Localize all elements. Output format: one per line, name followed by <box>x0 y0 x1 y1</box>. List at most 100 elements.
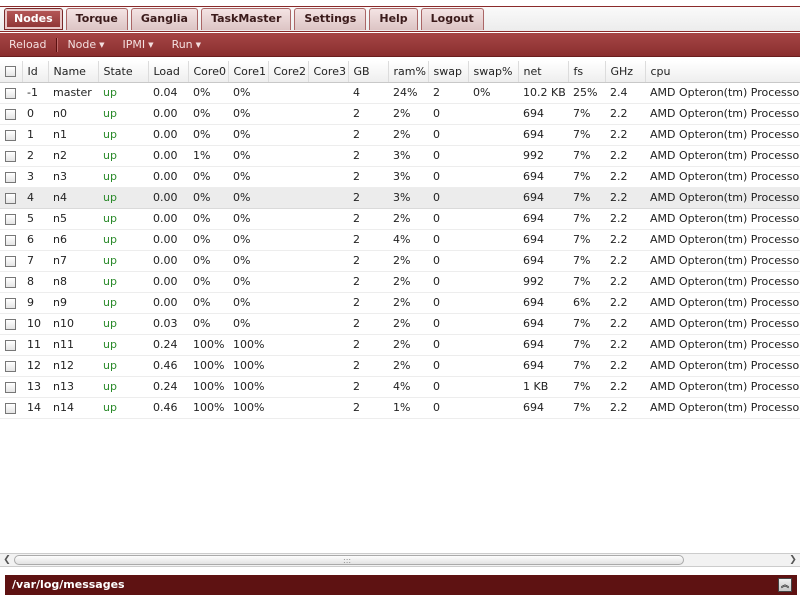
table-row[interactable]: 11 n11 up 0.24 100% 100% 2 2% 0 694 7% 2.2 AMD Opter… <box>0 334 800 356</box>
row-select-cell[interactable] <box>0 82 22 104</box>
table-row[interactable]: 6 n6 up 0.00 0% 0% 2 4% 0 694 7% 2.2 AMD Opteron(tm)… <box>0 229 800 251</box>
cell-state: up <box>98 334 148 356</box>
table-row[interactable]: 9 n9 up 0.00 0% 0% 2 2% 0 694 6% 2.2 AMD Opteron(tm)… <box>0 292 800 314</box>
column-header-core0[interactable]: Core0 <box>188 61 229 83</box>
tab-nodes[interactable]: Nodes <box>4 8 63 30</box>
tab-logout[interactable]: Logout <box>420 8 484 30</box>
column-header-core2[interactable]: Core2 <box>268 61 309 83</box>
cell-net: 694 <box>518 229 568 251</box>
row-checkbox[interactable] <box>5 255 16 267</box>
cell-id: -1 <box>22 82 48 104</box>
row-select-cell[interactable] <box>0 145 22 167</box>
column-header-cpu[interactable]: cpu <box>645 61 800 83</box>
log-panel-header[interactable]: /var/log/messages ︽ <box>5 575 797 595</box>
cell-core2 <box>268 271 308 293</box>
column-header-fs[interactable]: fs <box>568 61 606 83</box>
row-select-cell[interactable] <box>0 313 22 335</box>
chevron-left-icon[interactable]: ❮ <box>1 554 13 566</box>
table-row[interactable]: 14 n14 up 0.46 100% 100% 2 1% 0 694 7% 2.2 AMD Opter… <box>0 397 800 419</box>
row-checkbox[interactable] <box>5 276 16 288</box>
row-select-cell[interactable] <box>0 103 22 125</box>
row-checkbox[interactable] <box>5 87 16 99</box>
row-checkbox[interactable] <box>5 381 16 393</box>
node-menu[interactable]: Node ▼ <box>58 38 113 51</box>
column-header-core3[interactable]: Core3 <box>308 61 349 83</box>
column-header-core1[interactable]: Core1 <box>228 61 269 83</box>
row-select-cell[interactable] <box>0 271 22 293</box>
row-checkbox[interactable] <box>5 360 16 372</box>
ipmi-menu[interactable]: IPMI ▼ <box>114 38 163 51</box>
table-row[interactable]: -1 master up 0.04 0% 0% 4 24% 2 0% 10.2 KB 25% 2.4 AM… <box>0 82 800 104</box>
cell-load: 0.46 <box>148 355 188 377</box>
column-header-swap[interactable]: swap <box>428 61 469 83</box>
row-select-cell[interactable] <box>0 124 22 146</box>
row-select-cell[interactable] <box>0 229 22 251</box>
table-row[interactable]: 2 n2 up 0.00 1% 0% 2 3% 0 992 7% 2.2 AMD Opteron(tm)… <box>0 145 800 167</box>
column-header-state[interactable]: State <box>98 61 149 83</box>
cell-net: 694 <box>518 166 568 188</box>
column-header-ram-[interactable]: ram% <box>388 61 429 83</box>
select-all-header[interactable] <box>0 61 23 83</box>
table-row[interactable]: 12 n12 up 0.46 100% 100% 2 2% 0 694 7% 2.2 AMD Opter… <box>0 355 800 377</box>
caret-down-icon: ▼ <box>99 40 105 49</box>
row-checkbox[interactable] <box>5 402 16 414</box>
cell-name: n3 <box>48 166 98 188</box>
column-header-name[interactable]: Name <box>48 61 99 83</box>
row-select-cell[interactable] <box>0 376 22 398</box>
table-row[interactable]: 7 n7 up 0.00 0% 0% 2 2% 0 694 7% 2.2 AMD Opteron(tm)… <box>0 250 800 272</box>
row-checkbox[interactable] <box>5 192 16 204</box>
chevron-right-icon[interactable]: ❯ <box>787 554 799 566</box>
column-header-gb[interactable]: GB <box>348 61 389 83</box>
double-chevron-up-icon[interactable]: ︽ <box>778 578 792 592</box>
horizontal-scrollbar[interactable]: ❮ ::: ❯ <box>0 553 800 567</box>
row-checkbox[interactable] <box>5 318 16 330</box>
tab-settings[interactable]: Settings <box>294 8 367 30</box>
main-tab-bar: Nodes Torque Ganglia TaskMaster Settings… <box>0 6 800 32</box>
cell-core3 <box>308 355 348 377</box>
column-header-net[interactable]: net <box>518 61 569 83</box>
cell-state: up <box>98 313 148 335</box>
row-checkbox[interactable] <box>5 171 16 183</box>
table-row[interactable]: 1 n1 up 0.00 0% 0% 2 2% 0 694 7% 2.2 AMD Opteron(tm)… <box>0 124 800 146</box>
cell-core0: 0% <box>188 229 228 251</box>
tab-torque[interactable]: Torque <box>65 8 128 30</box>
table-row[interactable]: 10 n10 up 0.03 0% 0% 2 2% 0 694 7% 2.2 AMD Opteron(t… <box>0 313 800 335</box>
reload-button[interactable]: Reload <box>0 38 55 51</box>
row-select-cell[interactable] <box>0 250 22 272</box>
tab-ganglia[interactable]: Ganglia <box>130 8 198 30</box>
row-checkbox[interactable] <box>5 129 16 141</box>
row-checkbox[interactable] <box>5 339 16 351</box>
table-row[interactable]: 8 n8 up 0.00 0% 0% 2 2% 0 992 7% 2.2 AMD Opteron(tm)… <box>0 271 800 293</box>
cell-core3 <box>308 186 348 209</box>
cell-gb: 2 <box>348 334 388 356</box>
row-select-cell[interactable] <box>0 292 22 314</box>
scrollbar-thumb[interactable]: ::: <box>14 555 684 565</box>
row-select-cell[interactable] <box>0 186 22 209</box>
cell-core3 <box>308 271 348 293</box>
row-select-cell[interactable] <box>0 208 22 230</box>
row-checkbox[interactable] <box>5 150 16 162</box>
column-header-id[interactable]: Id <box>22 61 49 83</box>
table-row[interactable]: 5 n5 up 0.00 0% 0% 2 2% 0 694 7% 2.2 AMD Opteron(tm)… <box>0 208 800 230</box>
table-row[interactable]: 3 n3 up 0.00 0% 0% 2 3% 0 694 7% 2.2 AMD Opteron(tm)… <box>0 166 800 188</box>
column-header-ghz[interactable]: GHz <box>605 61 646 83</box>
table-row[interactable]: 0 n0 up 0.00 0% 0% 2 2% 0 694 7% 2.2 AMD Opteron(tm)… <box>0 103 800 125</box>
row-checkbox[interactable] <box>5 213 16 225</box>
tab-help[interactable]: Help <box>369 8 418 30</box>
cell-net: 694 <box>518 355 568 377</box>
table-row[interactable]: 13 n13 up 0.24 100% 100% 2 4% 0 1 KB 7% 2.2 AMD Opte… <box>0 376 800 398</box>
row-select-cell[interactable] <box>0 334 22 356</box>
run-menu[interactable]: Run ▼ <box>163 38 210 51</box>
row-select-cell[interactable] <box>0 166 22 188</box>
row-select-cell[interactable] <box>0 397 22 419</box>
tab-taskmaster[interactable]: TaskMaster <box>200 8 292 30</box>
row-checkbox[interactable] <box>5 108 16 120</box>
cell-net: 694 <box>518 292 568 314</box>
table-row[interactable]: 4 n4 up 0.00 0% 0% 2 3% 0 694 7% 2.2 AMD Opteron(tm)… <box>0 186 800 209</box>
column-header-load[interactable]: Load <box>148 61 189 83</box>
select-all-checkbox[interactable] <box>5 66 16 78</box>
row-checkbox[interactable] <box>5 297 16 309</box>
row-select-cell[interactable] <box>0 355 22 377</box>
column-header-swap-[interactable]: swap% <box>468 61 519 83</box>
row-checkbox[interactable] <box>5 234 16 246</box>
